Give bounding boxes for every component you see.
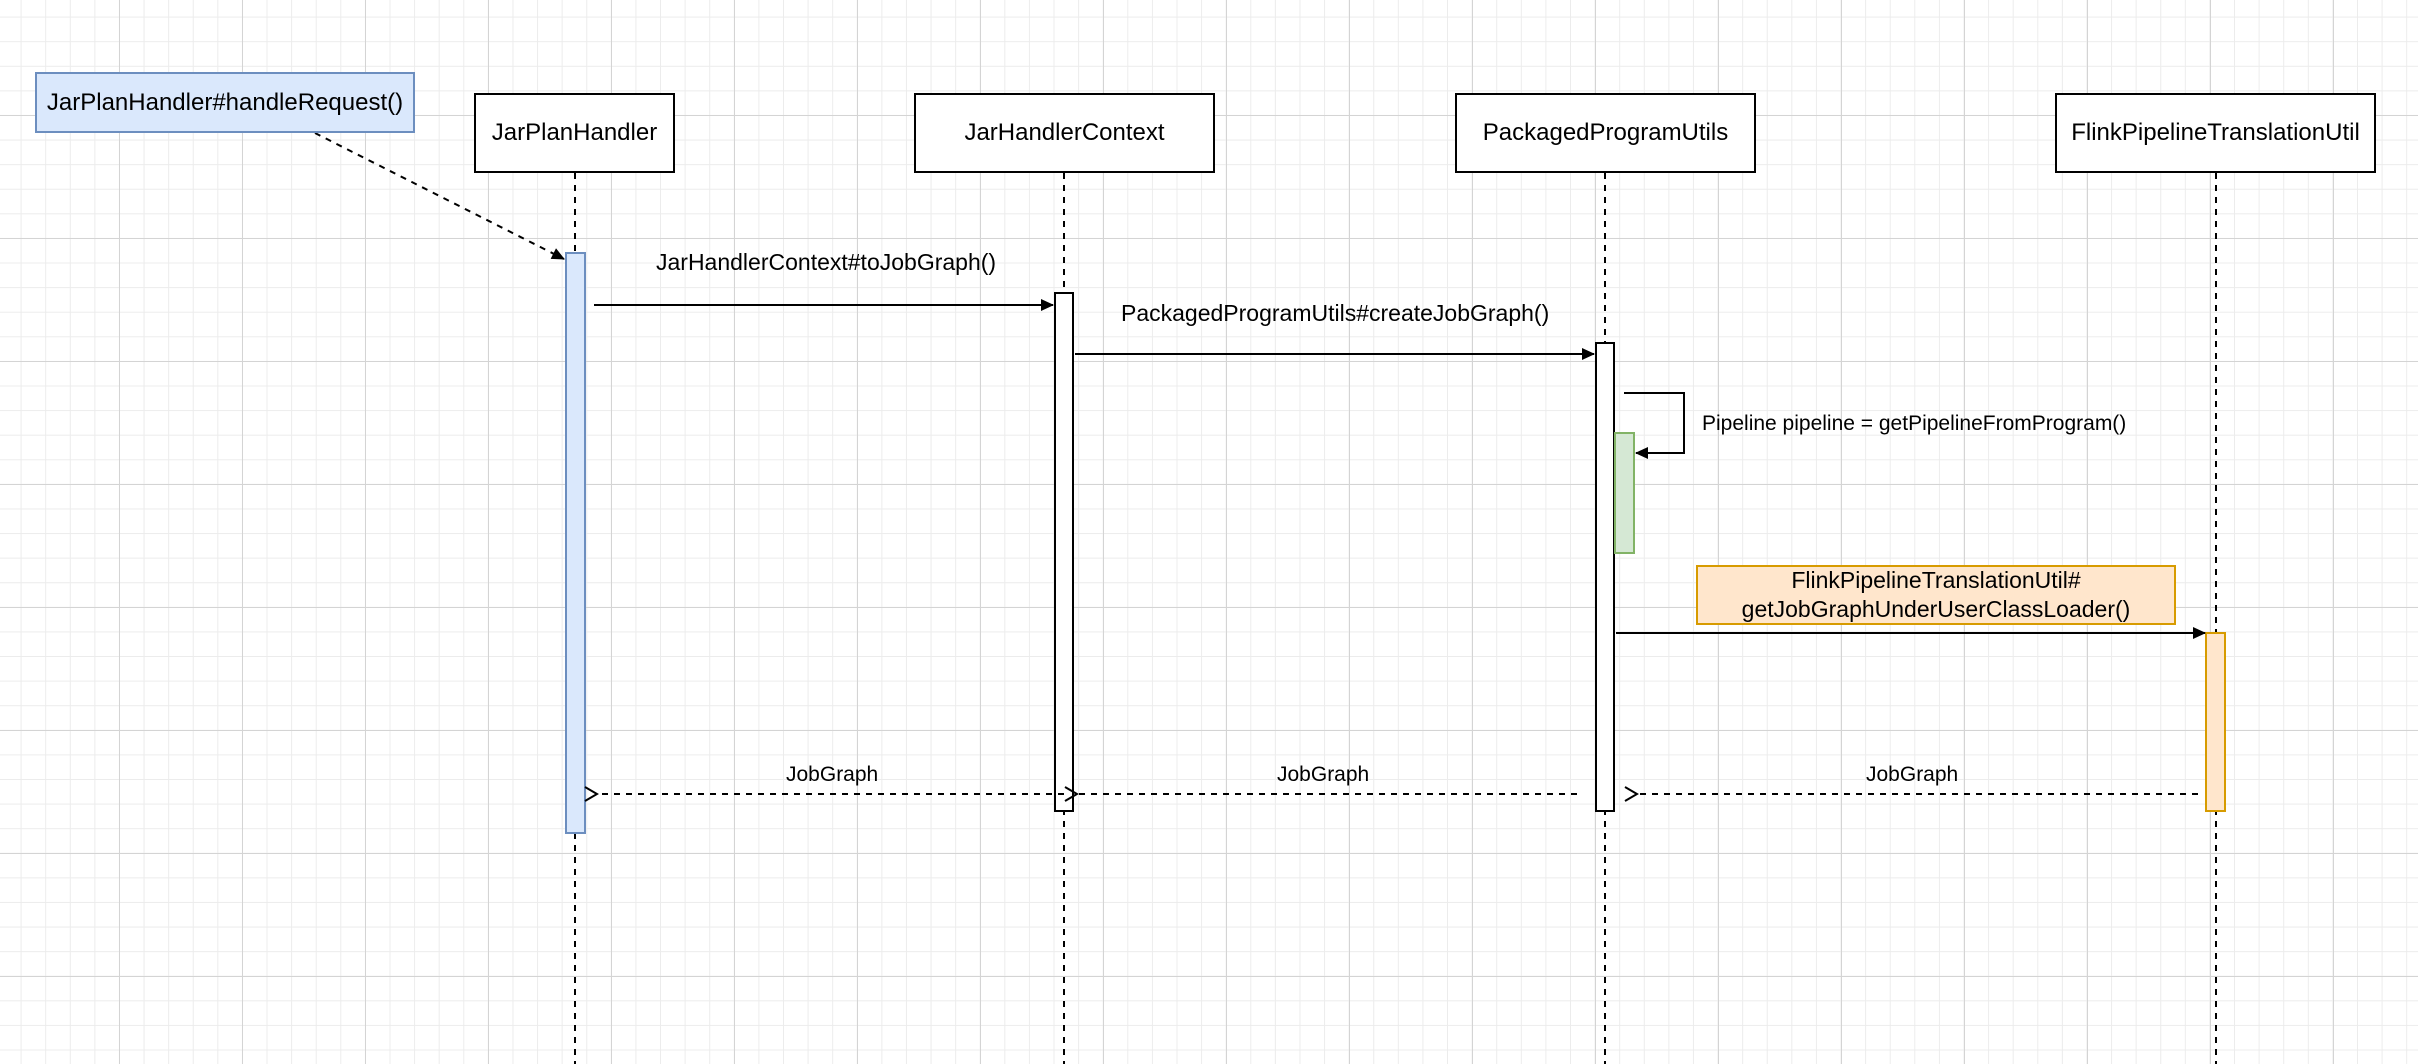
translation-call-note[interactable]: FlinkPipelineTranslationUtil# getJobGrap… xyxy=(1696,565,2176,625)
participant-label: PackagedProgramUtils xyxy=(1482,119,1729,146)
activation-self-call xyxy=(1614,432,1635,554)
return-label-2: JobGraph xyxy=(1277,763,1370,786)
activation-jar-handler-context xyxy=(1054,292,1074,812)
participant-label: JarHandlerContext xyxy=(964,119,1165,146)
translation-call-line-2: getJobGraphUnderUserClassLoader() xyxy=(1741,596,2131,622)
message-label-create-job-graph: PackagedProgramUtils#createJobGraph() xyxy=(1121,300,1550,326)
activation-packaged-program-utils xyxy=(1595,342,1615,812)
message-label-to-job-graph: JarHandlerContext#toJobGraph() xyxy=(656,249,997,275)
return-label-3: JobGraph xyxy=(1866,763,1959,786)
participant-packaged-program-utils[interactable]: PackagedProgramUtils xyxy=(1455,93,1756,173)
trigger-note[interactable]: JarPlanHandler#handleRequest() xyxy=(35,72,415,133)
participant-flink-pipeline-translation-util[interactable]: FlinkPipelineTranslationUtil xyxy=(2055,93,2376,173)
activation-flink-pipeline-translation-util xyxy=(2205,632,2226,812)
translation-call-line-1: FlinkPipelineTranslationUtil# xyxy=(1791,567,2081,593)
activation-jar-plan-handler xyxy=(565,252,586,834)
return-label-1: JobGraph xyxy=(786,763,879,786)
participant-label: JarPlanHandler xyxy=(491,119,658,146)
participant-jar-plan-handler[interactable]: JarPlanHandler xyxy=(474,93,675,173)
participant-jar-handler-context[interactable]: JarHandlerContext xyxy=(914,93,1215,173)
trigger-note-label: JarPlanHandler#handleRequest() xyxy=(46,88,404,116)
message-label-self-call: Pipeline pipeline = getPipelineFromProgr… xyxy=(1702,412,2127,435)
participant-label: FlinkPipelineTranslationUtil xyxy=(2071,119,2360,146)
